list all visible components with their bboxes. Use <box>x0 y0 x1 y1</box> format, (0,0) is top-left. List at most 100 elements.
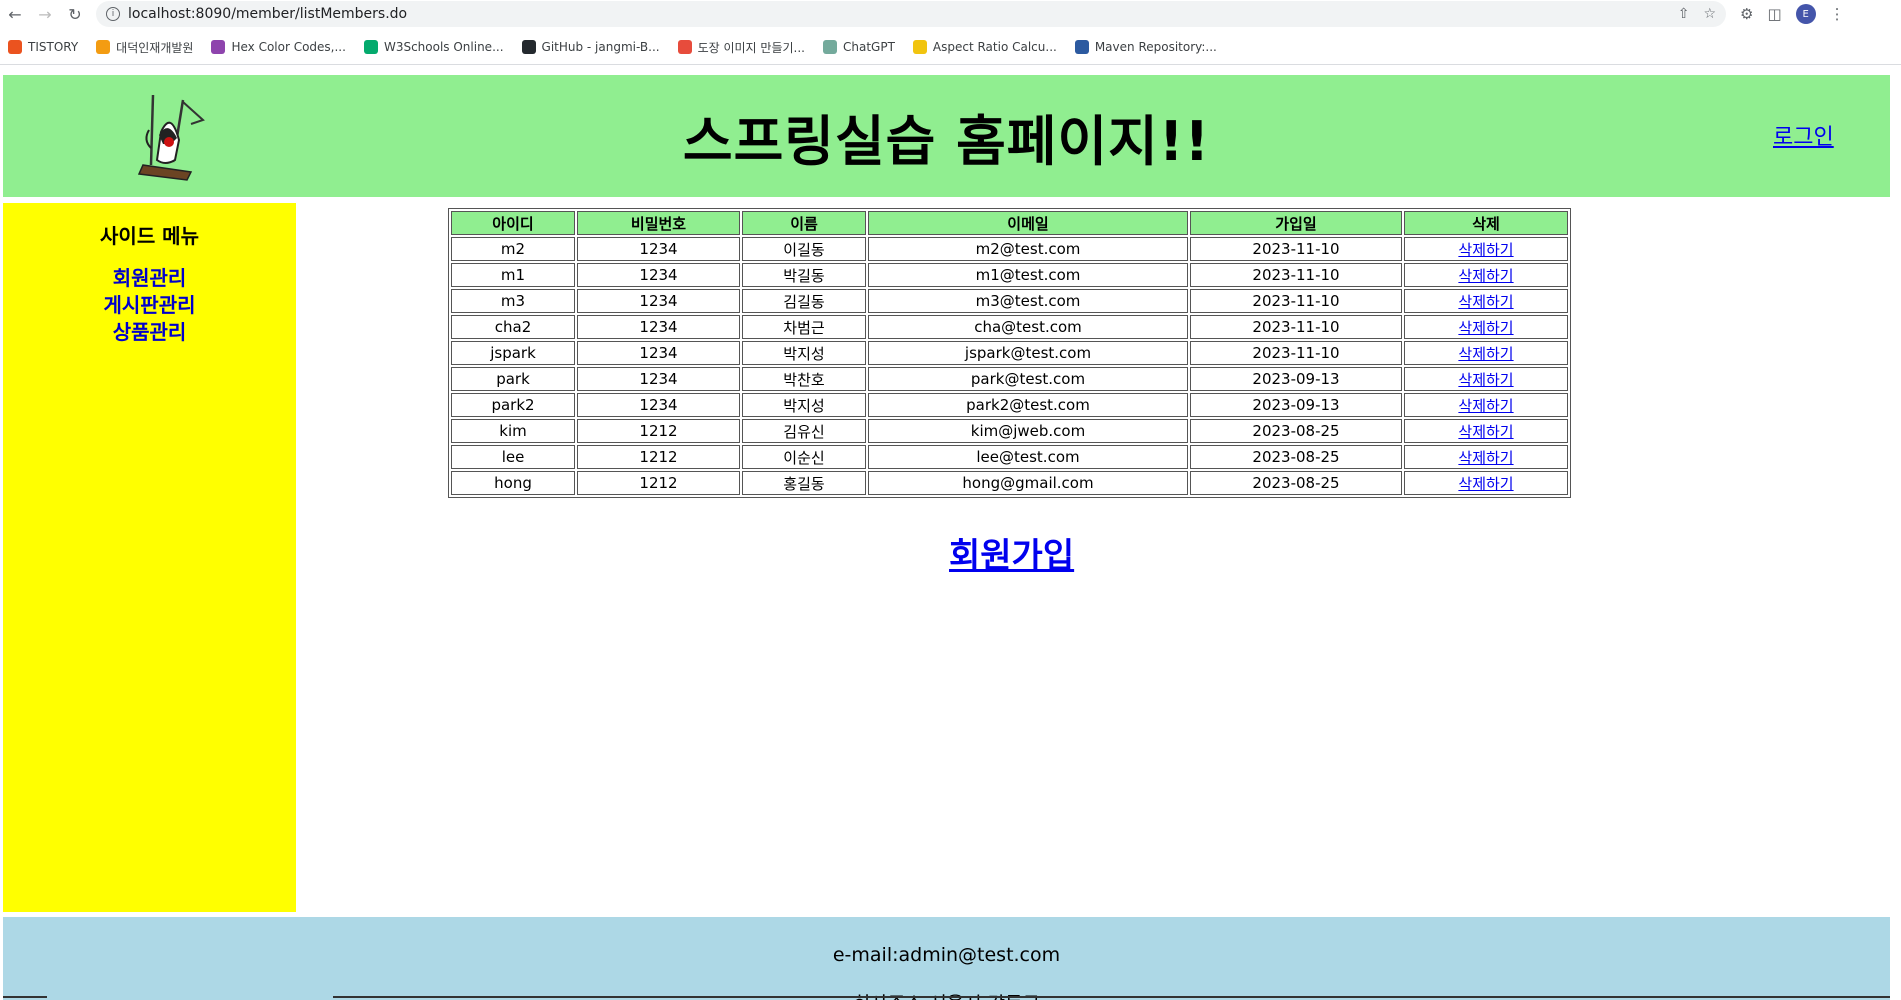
bookmark-item[interactable]: TISTORY <box>8 40 78 54</box>
table-cell-name: 박지성 <box>742 393 866 417</box>
hex-color-icon <box>211 40 226 54</box>
delete-link[interactable]: 삭제하기 <box>1458 293 1513 311</box>
url-text[interactable]: localhost:8090/member/listMembers.do <box>128 6 407 22</box>
table-cell-id: m1 <box>451 263 575 287</box>
table-row: cha2 1234 차범근 cha@test.com 2023-11-10 삭제하기 <box>451 315 1568 339</box>
delete-link[interactable]: 삭제하기 <box>1458 475 1513 493</box>
site-title: 스프링실습 홈페이지!! <box>682 110 1211 173</box>
column-header: 이메일 <box>868 211 1188 235</box>
member-table: 아이디 비밀번호 이름 이메일 가입일 삭제 m2 1234 이길동 m2@test.… <box>448 208 1571 498</box>
table-row: m2 1234 이길동 m2@test.com 2023-11-10 삭제하기 <box>451 237 1568 261</box>
w3schools-icon <box>363 40 378 54</box>
stamp-icon <box>677 40 692 54</box>
column-header: 가입일 <box>1190 211 1402 235</box>
table-cell-pwd: 1212 <box>577 419 740 443</box>
sidebar-item-member-management[interactable]: 회원관리 <box>3 262 296 291</box>
table-cell-pwd: 1234 <box>577 289 740 313</box>
bookmark-label: 대덕인재개발원 <box>116 40 194 55</box>
table-cell-id: park <box>451 367 575 391</box>
table-cell-id: m2 <box>451 237 575 261</box>
table-cell-email: hong@gmail.com <box>868 471 1188 495</box>
chrome-divider <box>0 64 1901 65</box>
reload-icon[interactable]: ↻ <box>60 0 90 28</box>
profile-avatar[interactable]: E <box>1795 4 1816 24</box>
table-cell-joined: 2023-08-25 <box>1190 419 1402 443</box>
table-cell-id: park2 <box>451 393 575 417</box>
table-cell-email: park2@test.com <box>868 393 1188 417</box>
join-link[interactable]: 회원가입 <box>949 528 1074 577</box>
bookmark-label: GitHub - jangmi-B... <box>541 40 660 54</box>
delete-link[interactable]: 삭제하기 <box>1458 345 1513 363</box>
login-link[interactable]: 로그인 <box>1773 119 1834 151</box>
bookmark-item[interactable]: Maven Repository:... <box>1074 40 1217 54</box>
delete-link[interactable]: 삭제하기 <box>1458 449 1513 467</box>
footer-divider <box>3 996 47 998</box>
table-cell-pwd: 1234 <box>577 393 740 417</box>
bookmark-item[interactable]: Aspect Ratio Calcu... <box>912 40 1057 54</box>
bookmark-item[interactable]: 도장 이미지 만들기... <box>677 39 805 56</box>
bookmark-item[interactable]: GitHub - jangmi-B... <box>521 40 660 54</box>
sidebar-item-product-management[interactable]: 상품관리 <box>3 316 296 345</box>
page-header: 스프링실습 홈페이지!! 로그인 <box>3 75 1890 197</box>
table-cell-email: park@test.com <box>868 367 1188 391</box>
table-row: kim 1212 김유신 kim@jweb.com 2023-08-25 삭제하기 <box>451 419 1568 443</box>
table-row: m3 1234 김길동 m3@test.com 2023-11-10 삭제하기 <box>451 289 1568 313</box>
extensions-icon[interactable]: ⚙ <box>1740 5 1753 23</box>
table-cell-delete: 삭제하기 <box>1404 393 1568 417</box>
table-cell-name: 이길동 <box>742 237 866 261</box>
table-cell-name: 김유신 <box>742 419 866 443</box>
table-cell-pwd: 1234 <box>577 341 740 365</box>
table-cell-joined: 2023-09-13 <box>1190 367 1402 391</box>
table-cell-joined: 2023-09-13 <box>1190 393 1402 417</box>
chatgpt-icon <box>822 40 837 54</box>
table-cell-joined: 2023-11-10 <box>1190 315 1402 339</box>
delete-link[interactable]: 삭제하기 <box>1458 423 1513 441</box>
table-cell-email: m1@test.com <box>868 263 1188 287</box>
column-header: 비밀번호 <box>577 211 740 235</box>
menu-icon[interactable]: ⋮ <box>1830 5 1845 23</box>
table-cell-name: 박찬호 <box>742 367 866 391</box>
table-cell-email: jspark@test.com <box>868 341 1188 365</box>
side-panel-icon[interactable]: ◫ <box>1767 5 1781 23</box>
bookmark-item[interactable]: W3Schools Online... <box>363 40 504 54</box>
table-row: lee 1212 이순신 lee@test.com 2023-08-25 삭제하기 <box>451 445 1568 469</box>
table-cell-joined: 2023-11-10 <box>1190 237 1402 261</box>
table-cell-joined: 2023-11-10 <box>1190 289 1402 313</box>
table-cell-delete: 삭제하기 <box>1404 289 1568 313</box>
footer-email: e-mail:admin@test.com <box>832 944 1061 966</box>
sidebar-item-board-management[interactable]: 게시판관리 <box>3 289 296 318</box>
site-info-icon[interactable]: i <box>106 7 120 21</box>
table-cell-id: m3 <box>451 289 575 313</box>
bookmark-label: 도장 이미지 만들기... <box>697 40 805 55</box>
bookmarks-bar: TISTORY 대덕인재개발원 Hex Color Codes,... W3Schoo… <box>0 34 1217 60</box>
table-cell-delete: 삭제하기 <box>1404 315 1568 339</box>
table-cell-pwd: 1234 <box>577 315 740 339</box>
delete-link[interactable]: 삭제하기 <box>1458 371 1513 389</box>
bookmark-star-icon[interactable]: ☆ <box>1703 6 1716 22</box>
footer-address: 회사주소:서울시 강동구 <box>3 989 1890 1000</box>
table-cell-email: kim@jweb.com <box>868 419 1188 443</box>
table-cell-id: kim <box>451 419 575 443</box>
forward-icon[interactable]: → <box>30 0 60 28</box>
share-icon[interactable]: ⇧ <box>1678 6 1690 22</box>
bookmark-item[interactable]: ChatGPT <box>822 40 895 54</box>
address-bar[interactable]: i localhost:8090/member/listMembers.do ⇧… <box>96 1 1726 27</box>
delete-link[interactable]: 삭제하기 <box>1458 319 1513 337</box>
sidebar: 사이드 메뉴 회원관리 게시판관리 상품관리 <box>3 203 296 912</box>
table-cell-email: lee@test.com <box>868 445 1188 469</box>
browser-toolbar: ← → ↻ i localhost:8090/member/listMember… <box>0 0 1901 28</box>
sidebar-title: 사이드 메뉴 <box>100 224 199 248</box>
back-icon[interactable]: ← <box>0 0 30 28</box>
delete-link[interactable]: 삭제하기 <box>1458 241 1513 259</box>
bookmark-label: Maven Repository:... <box>1094 40 1217 54</box>
bookmark-item[interactable]: 대덕인재개발원 <box>96 39 193 56</box>
column-header: 삭제 <box>1404 211 1568 235</box>
table-cell-pwd: 1234 <box>577 367 740 391</box>
table-cell-delete: 삭제하기 <box>1404 445 1568 469</box>
delete-link[interactable]: 삭제하기 <box>1458 267 1513 285</box>
table-cell-delete: 삭제하기 <box>1404 471 1568 495</box>
table-cell-delete: 삭제하기 <box>1404 341 1568 365</box>
table-cell-delete: 삭제하기 <box>1404 419 1568 443</box>
bookmark-item[interactable]: Hex Color Codes,... <box>211 40 346 54</box>
delete-link[interactable]: 삭제하기 <box>1458 397 1513 415</box>
